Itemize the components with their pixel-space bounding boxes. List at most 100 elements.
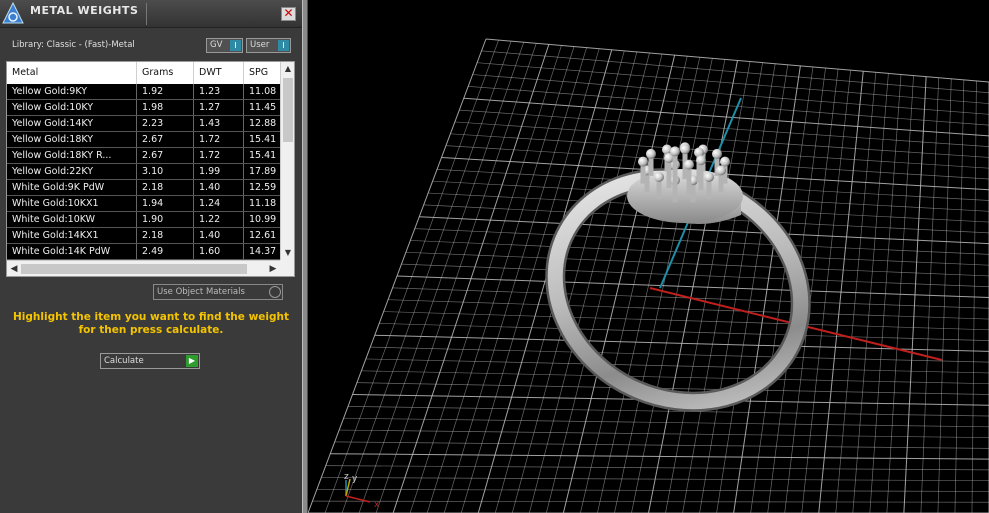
table-cell: 1.24 — [194, 196, 244, 211]
table-cell: Yellow Gold:18KY — [7, 132, 137, 147]
instruction-line-1: Highlight the item you want to find the … — [13, 311, 289, 323]
scroll-corner — [280, 260, 294, 276]
table-row[interactable]: White Gold:10KW 1.90 1.22 10.99 — [7, 212, 280, 228]
column-header-metal[interactable]: Metal — [7, 62, 137, 84]
table-cell: White Gold:9K PdW — [7, 180, 137, 195]
prong-tip — [720, 156, 730, 167]
scroll-left-icon[interactable]: ◀ — [7, 261, 21, 276]
table-cell: 1.40 — [194, 180, 244, 195]
table-cell: 2.23 — [137, 116, 194, 131]
ground-grid — [308, 38, 989, 513]
table-cell: 1.94 — [137, 196, 194, 211]
horizontal-scrollbar[interactable]: ◀ ▶ — [7, 260, 280, 276]
toggle-indicator-icon: I — [230, 40, 241, 51]
table-row[interactable]: White Gold:14K PdW 2.49 1.60 14.37 — [7, 244, 280, 260]
metal-table: Metal Grams DWT SPG Yellow Gold:9KY 1.92 1… — [6, 61, 295, 277]
radio-knob-icon — [269, 286, 281, 298]
user-toggle-label: User — [250, 40, 270, 50]
scroll-up-icon[interactable]: ▲ — [281, 62, 294, 76]
prong-tip — [670, 146, 680, 157]
toggle-indicator-icon: I — [278, 40, 289, 51]
table-row[interactable]: Yellow Gold:10KY 1.98 1.27 11.45 — [7, 100, 280, 116]
table-cell: 12.61 — [244, 228, 280, 243]
prong-tip — [704, 172, 714, 182]
prong-tip — [654, 172, 664, 182]
table-cell: 1.92 — [137, 84, 194, 99]
table-cell: 2.18 — [137, 228, 194, 243]
table-cell: White Gold:14KX1 — [7, 228, 137, 243]
gv-toggle-label: GV — [210, 40, 223, 50]
close-button[interactable]: ✕ — [281, 7, 296, 21]
panel-title: METAL WEIGHTS — [30, 4, 139, 17]
vertical-scrollbar[interactable]: ▲ ▼ — [280, 62, 294, 260]
table-cell: White Gold:14K PdW — [7, 244, 137, 259]
library-label: Library: Classic - (Fast)-Metal — [12, 40, 135, 50]
scroll-right-icon[interactable]: ▶ — [266, 261, 280, 276]
table-row[interactable]: White Gold:9K PdW 2.18 1.40 12.59 — [7, 180, 280, 196]
table-cell: 17.89 — [244, 164, 280, 179]
table-cell: 1.72 — [194, 132, 244, 147]
use-object-materials-label: Use Object Materials — [157, 287, 245, 297]
table-row[interactable]: Yellow Gold:18KY 2.67 1.72 15.41 — [7, 132, 280, 148]
table-cell: 15.41 — [244, 148, 280, 163]
table-cell: 2.18 — [137, 180, 194, 195]
table-cell: Yellow Gold:18KY R... — [7, 148, 137, 163]
column-header-dwt[interactable]: DWT — [194, 62, 244, 84]
calculate-label: Calculate — [104, 356, 144, 366]
table-cell: Yellow Gold:14KY — [7, 116, 137, 131]
table-cell: 2.49 — [137, 244, 194, 259]
table-row[interactable]: Yellow Gold:14KY 2.23 1.43 12.88 — [7, 116, 280, 132]
gv-toggle[interactable]: GV I — [206, 38, 243, 53]
table-cell: 1.99 — [194, 164, 244, 179]
viewport-canvas: z y x — [308, 38, 989, 513]
table-cell: White Gold:10KX1 — [7, 196, 137, 211]
table-cell: 11.18 — [244, 196, 280, 211]
gizmo-y-label: y — [352, 474, 358, 484]
table-cell: 12.88 — [244, 116, 280, 131]
table-cell: 15.41 — [244, 132, 280, 147]
table-row[interactable]: White Gold:14KX1 2.18 1.40 12.61 — [7, 228, 280, 244]
prong-tip — [684, 159, 694, 170]
column-header-grams[interactable]: Grams — [137, 62, 194, 84]
user-toggle[interactable]: User I — [246, 38, 291, 53]
ring-model — [545, 142, 811, 412]
table-cell: White Gold:10KW — [7, 212, 137, 227]
prong-tip — [716, 165, 726, 176]
horizontal-scroll-thumb[interactable] — [21, 264, 247, 274]
instruction-text: Highlight the item you want to find the … — [0, 311, 302, 337]
table-row[interactable]: White Gold:10KX1 1.94 1.24 11.18 — [7, 196, 280, 212]
metal-weights-panel: METAL WEIGHTS ✕ Library: Classic - (Fast… — [0, 0, 303, 513]
gizmo-x-label: x — [374, 500, 380, 510]
table-cell: 11.45 — [244, 100, 280, 115]
vertical-scroll-thumb[interactable] — [283, 78, 293, 142]
table-row[interactable]: Yellow Gold:18KY R... 2.67 1.72 15.41 — [7, 148, 280, 164]
instruction-line-2: for then press calculate. — [78, 324, 224, 336]
table-cell: 3.10 — [137, 164, 194, 179]
table-row[interactable]: Yellow Gold:9KY 1.92 1.23 11.08 — [7, 84, 280, 100]
gizmo-z-label: z — [344, 472, 349, 482]
app-logo-icon — [2, 1, 24, 24]
panel-titlebar: METAL WEIGHTS ✕ — [0, 0, 302, 28]
prong-tip — [680, 144, 690, 155]
table-cell: 2.67 — [137, 132, 194, 147]
use-object-materials-toggle[interactable]: Use Object Materials — [153, 284, 283, 300]
scroll-down-icon[interactable]: ▼ — [281, 246, 294, 260]
table-cell: 1.60 — [194, 244, 244, 259]
table-header: Metal Grams DWT SPG — [7, 62, 294, 85]
table-cell: 12.59 — [244, 180, 280, 195]
close-icon: ✕ — [283, 6, 294, 20]
prong-tip — [638, 156, 648, 167]
table-cell: 14.37 — [244, 244, 280, 259]
prong-tip — [696, 155, 706, 166]
calculate-button[interactable]: Calculate ▶ — [100, 353, 200, 369]
title-separator — [146, 3, 147, 25]
table-cell: 1.40 — [194, 228, 244, 243]
table-cell: 1.22 — [194, 212, 244, 227]
table-cell: 1.43 — [194, 116, 244, 131]
play-arrow-icon: ▶ — [186, 355, 198, 367]
3d-viewport[interactable]: z y x — [308, 0, 989, 513]
table-cell: 1.90 — [137, 212, 194, 227]
table-cell: 1.23 — [194, 84, 244, 99]
table-row[interactable]: Yellow Gold:22KY 3.10 1.99 17.89 — [7, 164, 280, 180]
table-cell: 11.08 — [244, 84, 280, 99]
